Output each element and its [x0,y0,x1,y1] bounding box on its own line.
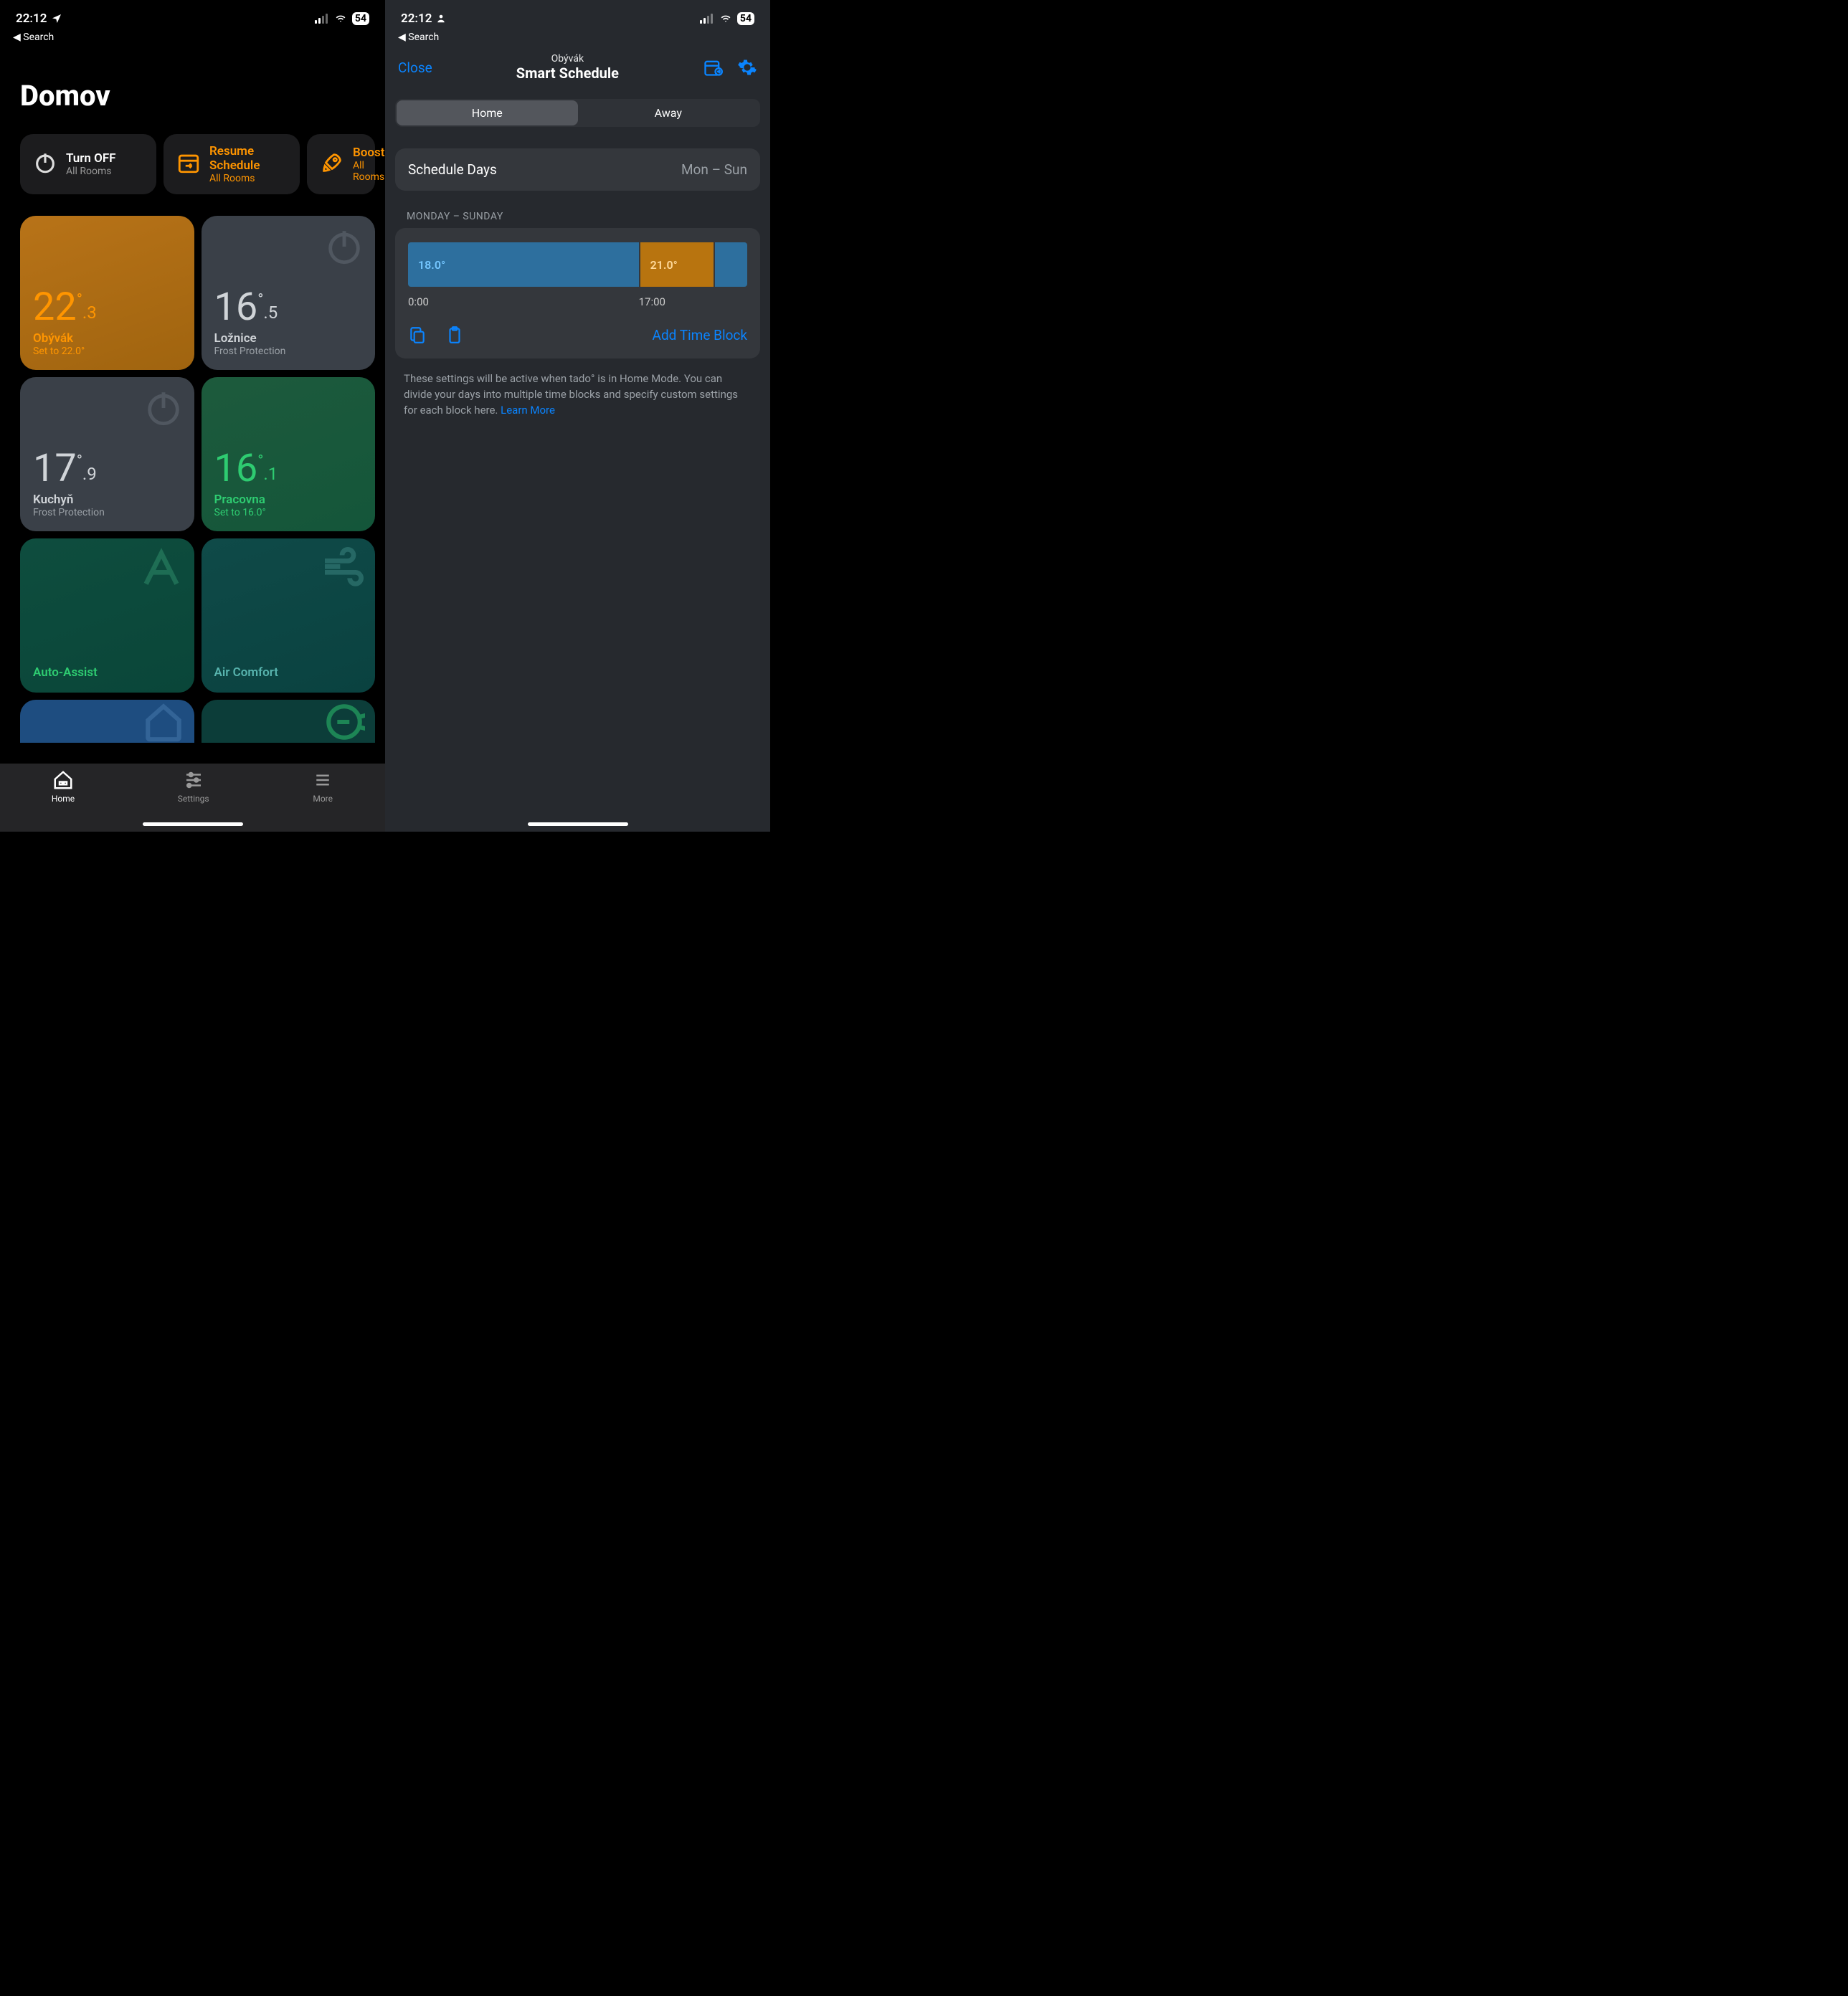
status-time: 22:12 [401,11,432,26]
action-sub: All Rooms [353,160,384,183]
power-icon [143,387,184,432]
eco-e-icon [323,701,365,746]
tab-more[interactable]: More [312,769,333,832]
time-axis: 0:00 17:00 [408,295,747,308]
time-block-2[interactable]: 21.0° [639,242,714,287]
action-sub: All Rooms [66,166,116,177]
quick-actions-row: Turn OFF All Rooms Resume Schedule All R… [0,134,385,216]
close-button[interactable]: Close [398,60,432,76]
power-icon [33,151,57,178]
home-icon [52,769,74,791]
location-arrow-icon [51,13,62,24]
room-tile-kuchyn[interactable]: 17°.9 Kuchyň Frost Protection [20,377,194,531]
nav-bar: Close Obývák Smart Schedule [385,50,770,89]
section-header: MONDAY – SUNDAY [385,204,770,228]
paste-icon[interactable] [445,325,464,344]
wifi-icon [333,14,348,24]
back-to-search[interactable]: ◀ Search [385,30,770,50]
status-bar: 22:12 54 [0,0,385,30]
action-sub: All Rooms [209,173,287,184]
time-block-3[interactable] [714,242,747,287]
action-title: Boost [353,146,384,160]
calendar-arrow-icon [176,151,201,178]
schedule-timeline-card: 18.0° 21.0° 0:00 17:00 Add Time Block [395,228,760,358]
home-indicator[interactable] [528,822,628,826]
house-icon [143,701,184,746]
room-tile-obyvak[interactable]: 22°.3 Obývák Set to 22.0° [20,216,194,370]
feature-tile-partial-right[interactable] [202,700,376,743]
action-boost[interactable]: Boost All Rooms [307,134,375,194]
learn-more-link[interactable]: Learn More [501,404,555,417]
page-title: Domov [0,50,385,134]
nav-subtitle: Obývák [432,53,703,65]
time-block-1[interactable]: 18.0° [408,242,639,287]
mode-segment: Home Away [395,99,760,127]
footnote: These settings will be active when tado°… [385,366,770,418]
cellular-icon [315,14,329,24]
action-title: Turn OFF [66,151,116,166]
room-tiles: 22°.3 Obývák Set to 22.0° 16°.5 Ložnice … [0,216,385,743]
home-screen: 22:12 54 ◀ Search Domov Turn OFF All Roo… [0,0,385,832]
status-bar: 22:12 54 [385,0,770,30]
power-icon [323,226,365,270]
person-icon [436,14,446,24]
room-tile-pracovna[interactable]: 16°.1 Pracovna Set to 16.0° [202,377,376,531]
action-turn-off[interactable]: Turn OFF All Rooms [20,134,156,194]
segment-home[interactable]: Home [397,100,578,125]
nav-title: Smart Schedule [432,65,703,82]
schedule-screen: 22:12 54 ◀ Search Close Obývák Smart Sch… [385,0,770,832]
gear-icon[interactable] [737,57,757,77]
schedule-days-label: Schedule Days [408,161,497,178]
cellular-icon [700,14,714,24]
feature-tile-air-comfort[interactable]: Air Comfort [202,538,376,693]
feature-tile-partial-left[interactable] [20,700,194,743]
wifi-icon [719,14,733,24]
schedule-days-card[interactable]: Schedule Days Mon – Sun [395,148,760,191]
tab-bar: Home Settings More [0,764,385,832]
status-time: 22:12 [16,11,47,26]
segment-away[interactable]: Away [578,100,759,125]
schedule-days-value: Mon – Sun [681,161,747,178]
tab-home[interactable]: Home [52,769,75,832]
battery-indicator: 54 [352,12,369,25]
sliders-icon [183,769,204,791]
add-time-block-button[interactable]: Add Time Block [653,327,747,343]
wind-icon [319,546,365,594]
rocket-icon [320,151,344,178]
menu-icon [312,769,333,791]
action-title: Resume Schedule [209,144,287,173]
home-indicator[interactable] [143,822,243,826]
room-tile-loznice[interactable]: 16°.5 Ložnice Frost Protection [202,216,376,370]
back-to-search[interactable]: ◀ Search [0,30,385,50]
copy-icon[interactable] [408,325,427,344]
letter-a-icon [138,546,184,594]
calendar-share-icon[interactable] [703,57,723,77]
battery-indicator: 54 [737,12,754,25]
feature-tile-auto-assist[interactable]: Auto-Assist [20,538,194,693]
timeline[interactable]: 18.0° 21.0° [408,242,747,287]
action-resume-schedule[interactable]: Resume Schedule All Rooms [164,134,300,194]
